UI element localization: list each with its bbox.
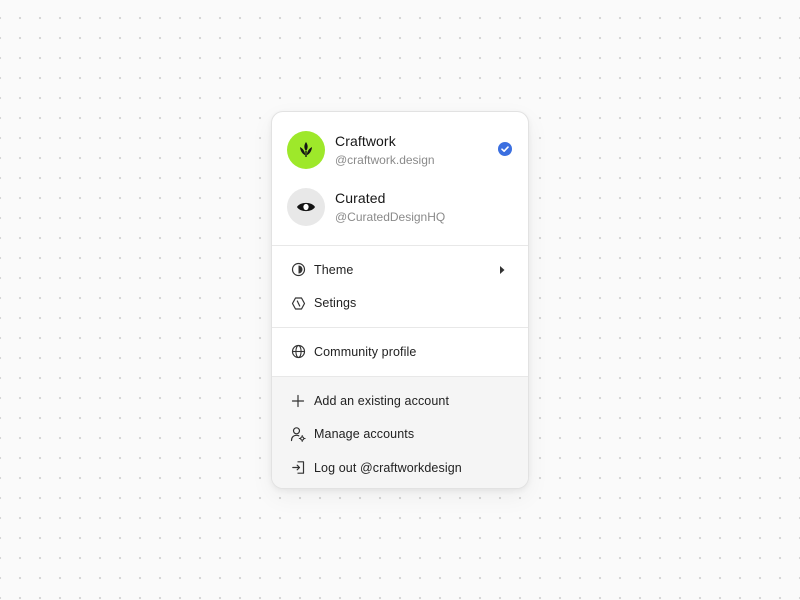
menu-item-label: Theme — [314, 262, 354, 277]
logout-icon — [290, 460, 306, 476]
menu-item-label: Manage accounts — [314, 427, 415, 442]
globe-icon — [290, 344, 306, 360]
account-handle: @CuratedDesignHQ — [335, 209, 446, 224]
user-gear-icon — [290, 426, 306, 443]
hexagon-slash-icon — [290, 295, 306, 311]
community-section: Community profile — [272, 328, 528, 376]
menu-item-label: Setings — [314, 296, 357, 311]
menu-item-label: Community profile — [314, 344, 417, 359]
account-name: Curated — [335, 189, 386, 206]
menu-item-label: Add an existing account — [314, 393, 450, 408]
menu-item-logout[interactable]: Log out @craftworkdesign — [272, 451, 528, 485]
account-switcher: Craftwork @craftwork.design Curated @Cur… — [272, 112, 528, 245]
account-menu: Craftwork @craftwork.design Curated @Cur… — [271, 111, 529, 489]
account-actions-section: Add an existing account Manage accounts — [272, 377, 528, 488]
menu-item-manage-accounts[interactable]: Manage accounts — [272, 418, 528, 452]
caret-right-icon — [500, 266, 505, 274]
menu-item-community-profile[interactable]: Community profile — [272, 335, 528, 369]
menu-item-label: Log out @craftworkdesign — [314, 460, 462, 475]
contrast-icon — [290, 262, 306, 278]
avatar-craftwork — [287, 130, 325, 169]
settings-section: Theme Setings — [272, 246, 528, 327]
sprout-icon — [300, 141, 312, 157]
account-handle: @craftwork.design — [335, 152, 435, 167]
account-name: Craftwork — [335, 132, 396, 149]
menu-item-settings[interactable]: Setings — [272, 287, 528, 321]
plus-icon — [290, 393, 306, 409]
menu-item-theme[interactable]: Theme — [272, 253, 528, 287]
eye-icon — [297, 202, 315, 211]
account-item-curated[interactable]: Curated @CuratedDesignHQ — [272, 187, 528, 226]
account-item-craftwork[interactable]: Craftwork @craftwork.design — [272, 130, 528, 169]
check-circle-icon — [498, 142, 512, 156]
menu-item-add-account[interactable]: Add an existing account — [272, 384, 528, 418]
avatar-curated — [287, 187, 325, 226]
